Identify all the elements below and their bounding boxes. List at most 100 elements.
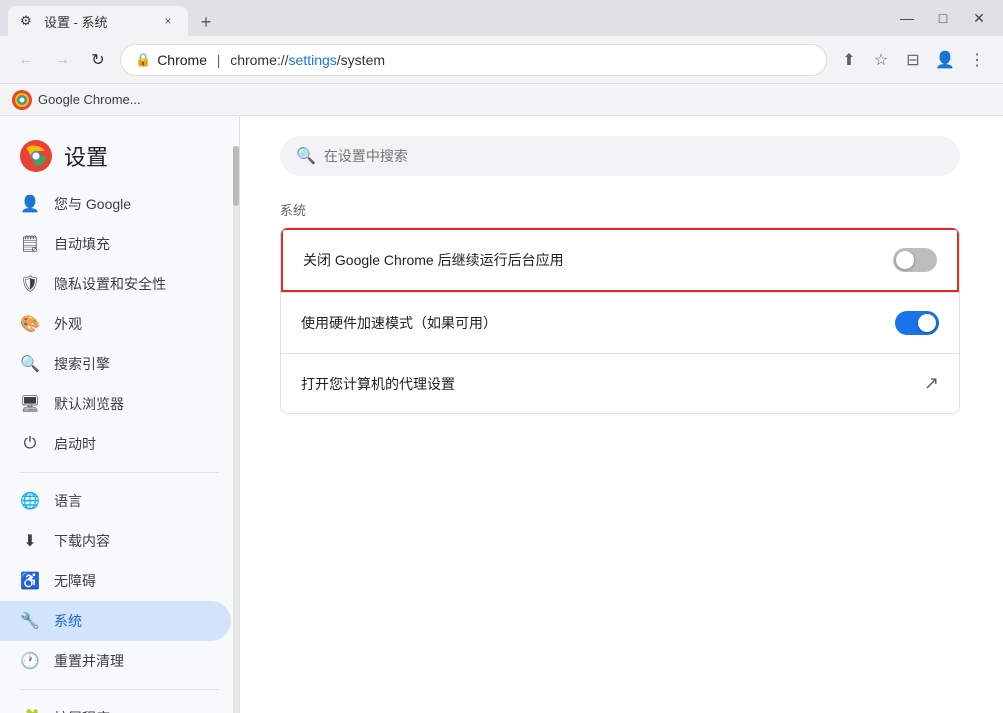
sidebar-label-system: 系统 <box>54 611 82 631</box>
new-tab-button[interactable]: + <box>192 8 220 36</box>
lock-icon: 🔒 <box>135 52 151 68</box>
google-icon: 👤 <box>20 194 40 214</box>
maximize-button[interactable]: □ <box>927 4 959 32</box>
sidebar-item-language[interactable]: 🌐 语言 <box>0 481 231 521</box>
sidebar-label-search: 搜索引擎 <box>54 354 110 374</box>
tab-label: 设置 - 系统 <box>44 12 108 31</box>
sidebar-label-browser: 默认浏览器 <box>54 394 124 414</box>
sidebar-item-appearance[interactable]: 🎨 外观 <box>0 304 231 344</box>
refresh-button[interactable]: ↻ <box>84 46 112 74</box>
tab-close-button[interactable]: × <box>160 13 176 29</box>
sidebar-title: 设置 <box>64 140 108 172</box>
address-bar: ← → ↻ 🔒 Chrome | chrome://settings/syste… <box>0 36 1003 84</box>
tab-search-icon: ⊟ <box>906 50 919 70</box>
bookmark-label[interactable]: Google Chrome... <box>38 92 141 107</box>
sidebar-item-reset[interactable]: 🕐 重置并清理 <box>0 641 231 681</box>
sidebar-item-extensions[interactable]: 🧩 扩展程序 ↗ <box>0 698 231 713</box>
sidebar-label-language: 语言 <box>54 491 82 511</box>
proxy-settings-external-link-icon[interactable]: ↗ <box>924 373 939 394</box>
profile-icon: 👤 <box>935 50 955 70</box>
toolbar-right: ⬆ ☆ ⊟ 👤 ⋮ <box>835 46 991 74</box>
url-separator: | <box>213 52 224 68</box>
accessibility-icon: ♿ <box>20 571 40 591</box>
browser-content: 设置 👤 您与 Google 🗒 自动填充 🛡 隐私设置和安全性 🎨 外观 🔍 … <box>0 116 1003 713</box>
url-display: Chrome | chrome://settings/system <box>157 52 812 68</box>
nav-divider <box>20 472 219 473</box>
sidebar-label-google: 您与 Google <box>54 194 131 214</box>
back-button[interactable]: ← <box>12 46 40 74</box>
language-icon: 🌐 <box>20 491 40 511</box>
hardware-acceleration-toggle[interactable] <box>895 311 939 335</box>
sidebar-label-accessibility: 无障碍 <box>54 571 96 591</box>
privacy-icon: 🛡 <box>20 274 40 294</box>
sidebar-label-appearance: 外观 <box>54 314 82 334</box>
search-icon: 🔍 <box>296 146 316 166</box>
sidebar-item-google[interactable]: 👤 您与 Google <box>0 184 231 224</box>
sidebar: 设置 👤 您与 Google 🗒 自动填充 🛡 隐私设置和安全性 🎨 外观 🔍 … <box>0 116 240 713</box>
tab-favicon: ⚙ <box>20 13 36 29</box>
back-icon: ← <box>18 51 34 69</box>
sidebar-label-reset: 重置并清理 <box>54 651 124 671</box>
appearance-icon: 🎨 <box>20 314 40 334</box>
sidebar-label-privacy: 隐私设置和安全性 <box>54 274 166 294</box>
sidebar-label-extensions: 扩展程序 <box>54 708 110 713</box>
sidebar-item-autofill[interactable]: 🗒 自动填充 <box>0 224 231 264</box>
section-title: 系统 <box>280 200 963 219</box>
sidebar-label-startup: 启动时 <box>54 434 96 454</box>
url-brand: Chrome <box>157 52 207 68</box>
active-tab[interactable]: ⚙ 设置 - 系统 × <box>8 6 188 36</box>
search-bar[interactable]: 🔍 <box>280 136 960 176</box>
sidebar-label-downloads: 下载内容 <box>54 531 110 551</box>
menu-button[interactable]: ⋮ <box>963 46 991 74</box>
menu-icon: ⋮ <box>969 50 985 70</box>
url-path-prefix: chrome:// <box>230 52 288 68</box>
sidebar-item-browser[interactable]: 🖥 默认浏览器 <box>0 384 231 424</box>
downloads-icon: ⬇ <box>20 531 40 551</box>
sidebar-item-privacy[interactable]: 🛡 隐私设置和安全性 <box>0 264 231 304</box>
sidebar-item-search[interactable]: 🔍 搜索引擎 <box>0 344 231 384</box>
background-apps-label: 关闭 Google Chrome 后继续运行后台应用 <box>303 250 893 270</box>
background-apps-slider <box>893 248 937 272</box>
minimize-button[interactable]: — <box>891 4 923 32</box>
tab-search-button[interactable]: ⊟ <box>899 46 927 74</box>
refresh-icon: ↻ <box>91 50 104 70</box>
settings-card: 关闭 Google Chrome 后继续运行后台应用 使用硬件加速模式（如果可用… <box>280 227 960 414</box>
background-apps-toggle[interactable] <box>893 248 937 272</box>
sidebar-item-downloads[interactable]: ⬇ 下载内容 <box>0 521 231 561</box>
search-nav-icon: 🔍 <box>20 354 40 374</box>
chrome-logo-large <box>20 140 52 172</box>
sidebar-label-autofill: 自动填充 <box>54 234 110 254</box>
startup-icon: ⏻ <box>20 434 40 454</box>
chrome-logo-small <box>12 90 32 110</box>
main-content: 🔍 系统 关闭 Google Chrome 后继续运行后台应用 使用硬件加速模式… <box>240 116 1003 713</box>
sidebar-item-startup[interactable]: ⏻ 启动时 <box>0 424 231 464</box>
background-apps-row: 关闭 Google Chrome 后继续运行后台应用 <box>281 228 959 292</box>
share-button[interactable]: ⬆ <box>835 46 863 74</box>
forward-icon: → <box>54 51 70 69</box>
system-icon: 🔧 <box>20 611 40 631</box>
bookmark-button[interactable]: ☆ <box>867 46 895 74</box>
bookmark-bar: Google Chrome... <box>0 84 1003 116</box>
nav-divider-2 <box>20 689 219 690</box>
sidebar-scrollbar[interactable] <box>233 116 239 713</box>
reset-icon: 🕐 <box>20 651 40 671</box>
profile-button[interactable]: 👤 <box>931 46 959 74</box>
share-icon: ⬆ <box>842 50 855 70</box>
close-button[interactable]: ✕ <box>963 4 995 32</box>
sidebar-item-system[interactable]: 🔧 系统 <box>0 601 231 641</box>
url-settings: settings <box>289 52 337 68</box>
extensions-icon: 🧩 <box>20 708 40 713</box>
hardware-acceleration-slider <box>895 311 939 335</box>
scroll-thumb <box>233 146 239 206</box>
proxy-settings-row: 打开您计算机的代理设置 ↗ <box>281 353 959 413</box>
url-bar[interactable]: 🔒 Chrome | chrome://settings/system <box>120 44 827 76</box>
sidebar-header: 设置 <box>0 116 239 184</box>
window-controls: — □ ✕ <box>891 4 995 32</box>
search-input[interactable] <box>324 148 944 164</box>
tab-strip: ⚙ 设置 - 系统 × + <box>8 0 883 36</box>
hardware-acceleration-label: 使用硬件加速模式（如果可用） <box>301 313 895 333</box>
hardware-acceleration-row: 使用硬件加速模式（如果可用） <box>281 292 959 353</box>
browser-icon: 🖥 <box>20 394 40 414</box>
forward-button[interactable]: → <box>48 46 76 74</box>
sidebar-item-accessibility[interactable]: ♿ 无障碍 <box>0 561 231 601</box>
